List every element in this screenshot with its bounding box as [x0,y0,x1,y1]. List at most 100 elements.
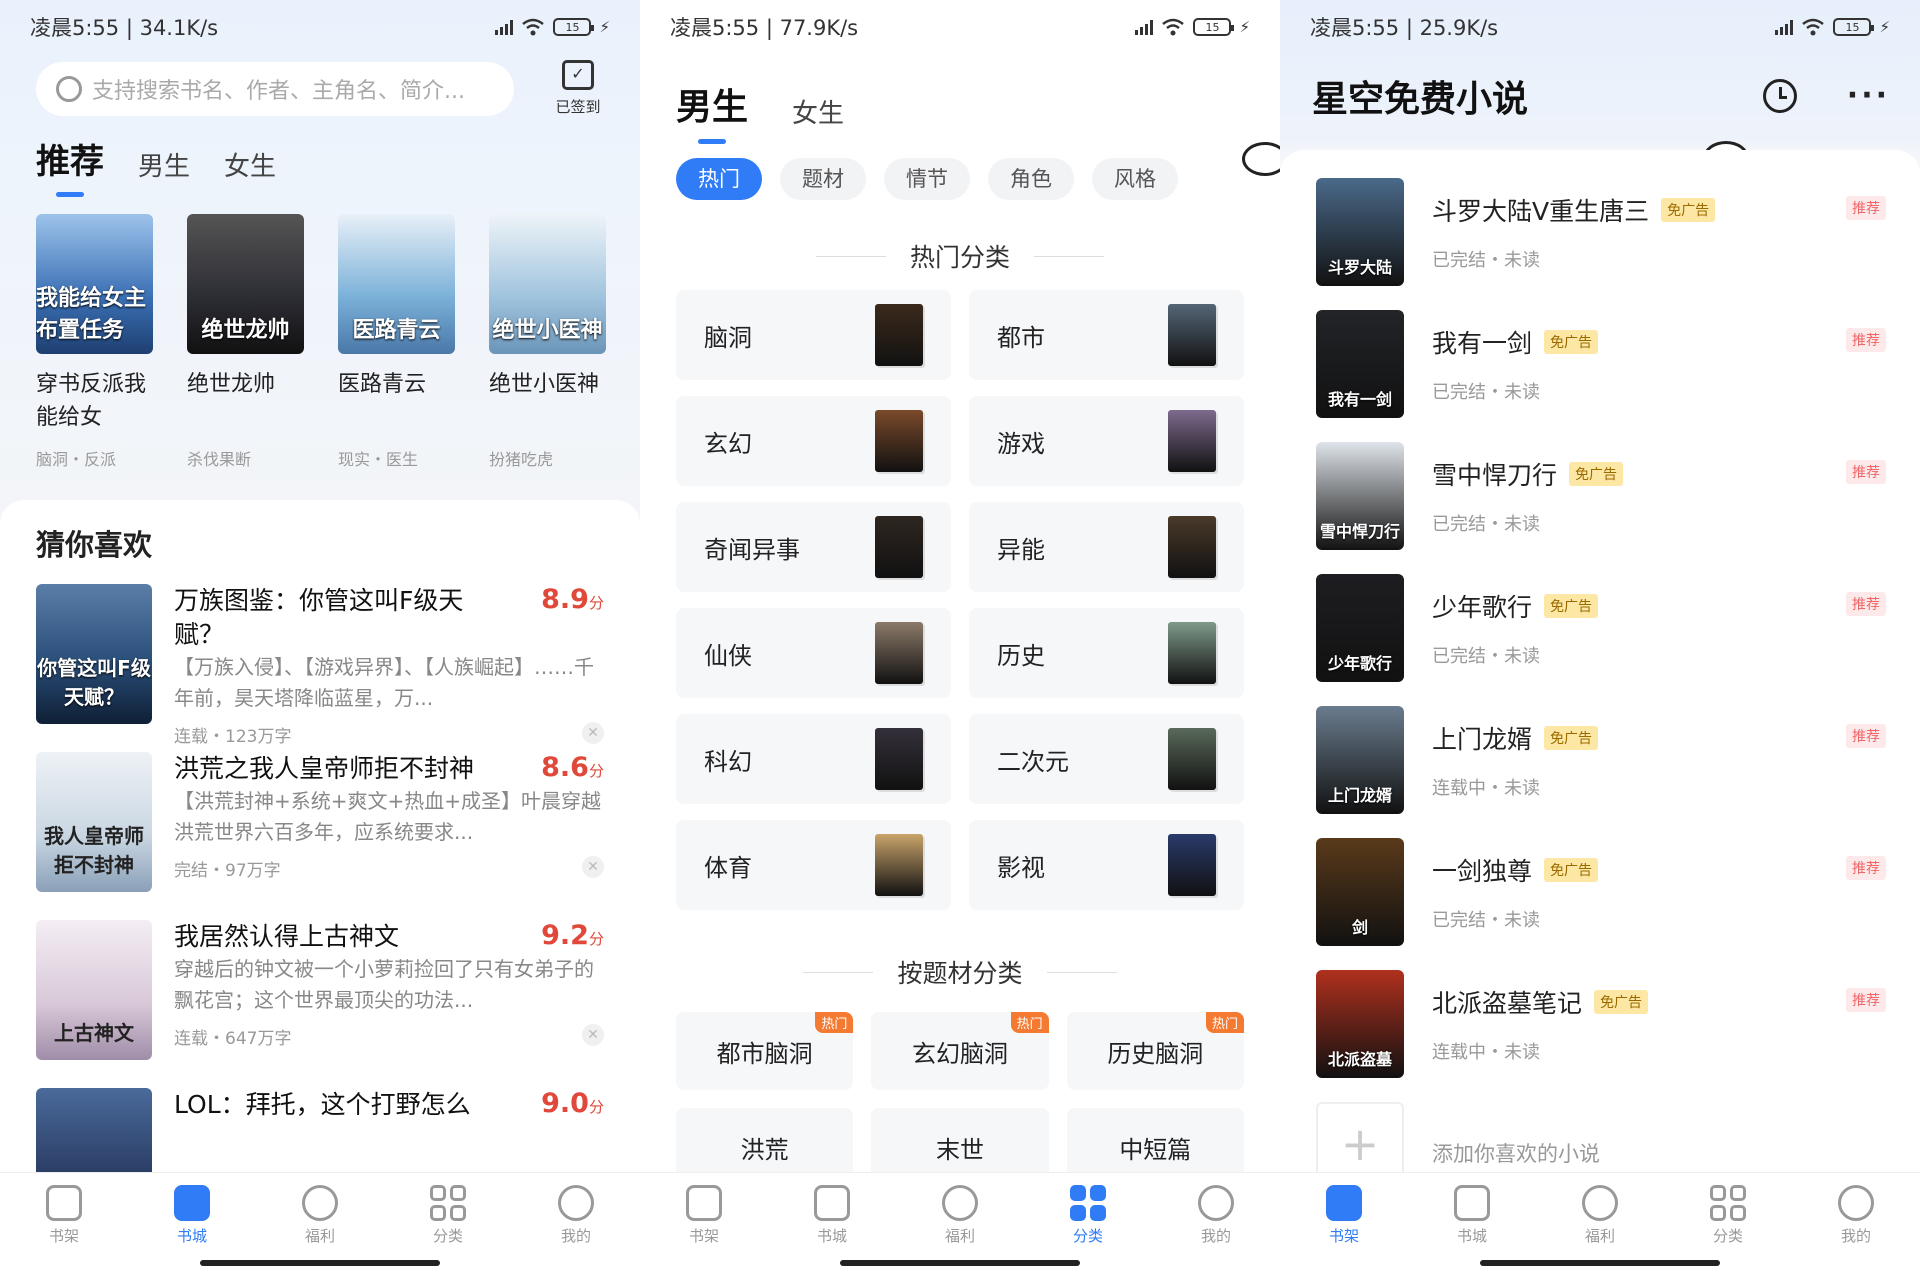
nav-welfare[interactable]: 福利 [1560,1185,1640,1246]
recommended-book[interactable]: 绝世龙帅 绝世龙帅 杀伐果断 [187,214,304,470]
shelf-item[interactable]: 剑 一剑独尊 免广告 推荐 已完结・未读 [1316,838,1886,970]
history-clock-icon[interactable] [1762,78,1797,113]
book-meta: 连载・123万字 [174,727,292,747]
score-value: 9.2 [541,920,589,951]
book-title: 穿书反派我能给女 [36,372,147,430]
shelf-item[interactable]: 北派盗墓 北派盗墓笔记 免广告 推荐 连载中・未读 [1316,970,1886,1102]
nav-category[interactable]: 分类 [408,1185,488,1246]
book-title: 绝世龙帅 [187,372,276,397]
category-item[interactable]: 异能 [969,502,1244,592]
category-item[interactable]: 科幻 [676,714,951,804]
score-unit: 分 [588,1098,604,1116]
category-thumbnail [875,410,923,472]
no-ad-badge: 免广告 [1661,198,1716,222]
category-thumbnail [1168,728,1216,790]
category-item[interactable]: 影视 [969,820,1244,910]
grid-icon [1070,1185,1106,1221]
search-button[interactable] [1206,80,1280,176]
tab-female[interactable]: 女生 [792,93,844,130]
theme-label: 玄幻脑洞 [911,1039,1008,1068]
status-time: 凌晨5:55 | 34.1K/s [30,16,219,40]
no-ad-badge: 免广告 [1544,726,1599,750]
recommended-book[interactable]: 绝世小医神 绝世小医神 扮猪吃虎 [489,214,606,470]
home-indicator [1480,1260,1720,1266]
book-cover: 我能给女主布置任务 [36,214,153,354]
chip-plot[interactable]: 情节 [884,158,970,200]
theme-item[interactable]: 历史脑洞 热门 [1066,1012,1244,1090]
nav-label: 书城 [1456,1227,1487,1245]
book-icon [814,1185,850,1221]
category-label: 脑洞 [704,323,752,352]
nav-bookshelf[interactable]: 书架 [24,1185,104,1246]
list-item[interactable]: 上古神文 我居然认得上古神文 9.2分 穿越后的钟文被一个小萝莉捡回了只有女弟子的… [36,920,604,1088]
nav-bookstore[interactable]: 书城 [1432,1185,1512,1246]
recommended-book[interactable]: 医路青云 医路青云 现实・医生 [338,214,455,470]
close-icon[interactable]: ✕ [582,722,604,744]
nav-label: 分类 [1072,1227,1103,1245]
book-title: 我有一剑 [1432,329,1533,358]
status-bar: 凌晨5:55 | 34.1K/s 15 ⚡ [0,0,640,54]
tab-male[interactable]: 男生 [676,78,748,144]
category-item[interactable]: 仙侠 [676,608,951,698]
shelf-item[interactable]: 少年歌行 少年歌行 免广告 推荐 已完结・未读 [1316,574,1886,706]
category-item[interactable]: 游戏 [969,396,1244,486]
tab-male[interactable]: 男生 [138,146,190,183]
recommended-book[interactable]: 我能给女主布置任务 穿书反派我能给女 脑洞・反派 [36,214,153,470]
shelf-item[interactable]: 上门龙婿 上门龙婿 免广告 推荐 连载中・未读 [1316,706,1886,838]
nav-bookstore[interactable]: 书城 [792,1185,872,1246]
list-item[interactable]: 你管这叫F级天赋？ 万族图鉴：你管这叫F级天赋？ 8.9分 【万族入侵】、【游戏异… [36,584,604,752]
charging-icon: ⚡ [1239,18,1250,36]
tab-female[interactable]: 女生 [224,146,276,183]
category-thumbnail [1168,304,1216,366]
category-item[interactable]: 玄幻 [676,396,951,486]
nav-profile[interactable]: 我的 [536,1185,616,1246]
nav-welfare[interactable]: 福利 [920,1185,1000,1246]
book-description: 【万族入侵】、【游戏异界】、【人族崛起】……千年前，昊天塔降临蓝星，万... [174,655,594,710]
nav-category[interactable]: 分类 [1688,1185,1768,1246]
smile-icon [558,1185,594,1221]
search-input[interactable]: 支持搜索书名、作者、主角名、简介... [36,62,514,116]
cover-text: 斗罗大陆 [1327,258,1392,277]
category-item[interactable]: 二次元 [969,714,1244,804]
category-item[interactable]: 历史 [969,608,1244,698]
theme-item[interactable]: 玄幻脑洞 热门 [871,1012,1049,1090]
chip-role[interactable]: 角色 [988,158,1074,200]
list-item[interactable]: 我人皇帝师拒不封神 洪荒之我人皇帝师拒不封神 8.6分 【洪荒封神+系统+爽文+热… [36,752,604,920]
shelf-item[interactable]: 雪中悍刀行 雪中悍刀行 免广告 推荐 已完结・未读 [1316,442,1886,574]
recommend-badge: 推荐 [1846,328,1886,352]
more-icon[interactable]: ··· [1847,78,1890,113]
nav-profile[interactable]: 我的 [1176,1185,1256,1246]
category-item[interactable]: 体育 [676,820,951,910]
category-item[interactable]: 脑洞 [676,290,951,380]
close-icon[interactable]: ✕ [582,856,604,878]
close-icon[interactable]: ✕ [582,1024,604,1046]
category-thumbnail [1168,622,1216,684]
checkin-button[interactable]: ✓ 已签到 [540,60,616,117]
category-label: 玄幻 [704,429,752,458]
theme-item[interactable]: 都市脑洞 热门 [676,1012,854,1090]
nav-bookstore[interactable]: 书城 [152,1185,232,1246]
nav-bookshelf[interactable]: 书架 [664,1185,744,1246]
book-title: 万族图鉴：你管这叫F级天赋？ [174,586,464,649]
chip-style[interactable]: 风格 [1092,158,1178,200]
book-title: 上门龙婿 [1432,725,1533,754]
chip-hot[interactable]: 热门 [676,158,762,200]
nav-welfare[interactable]: 福利 [280,1185,360,1246]
read-status: 已完结・未读 [1432,250,1540,271]
hot-badge: 热门 [1205,1012,1244,1033]
nav-bookshelf[interactable]: 书架 [1304,1185,1384,1246]
nav-profile[interactable]: 我的 [1816,1185,1896,1246]
category-item[interactable]: 奇闻异事 [676,502,951,592]
category-item[interactable]: 都市 [969,290,1244,380]
nav-category[interactable]: 分类 [1048,1185,1128,1246]
read-status: 连载中・未读 [1432,1042,1540,1063]
hot-section-title: 热门分类 [676,238,1244,274]
bookshelf-screen: 凌晨5:55 | 25.9K/s 15 ⚡ 星空免费小说 ··· 斗罗大陆 斗罗大… [1280,0,1920,1280]
chip-theme[interactable]: 题材 [780,158,866,200]
tab-recommend[interactable]: 推荐 [36,134,104,197]
search-placeholder: 支持搜索书名、作者、主角名、简介... [92,79,465,104]
grid-icon [430,1185,466,1221]
shelf-item[interactable]: 我有一剑 我有一剑 免广告 推荐 已完结・未读 [1316,310,1886,442]
shelf-item[interactable]: 斗罗大陆 斗罗大陆V重生唐三 免广告 推荐 已完结・未读 [1316,178,1886,310]
add-book-row[interactable]: + 添加你喜欢的小说 [1316,1102,1886,1182]
